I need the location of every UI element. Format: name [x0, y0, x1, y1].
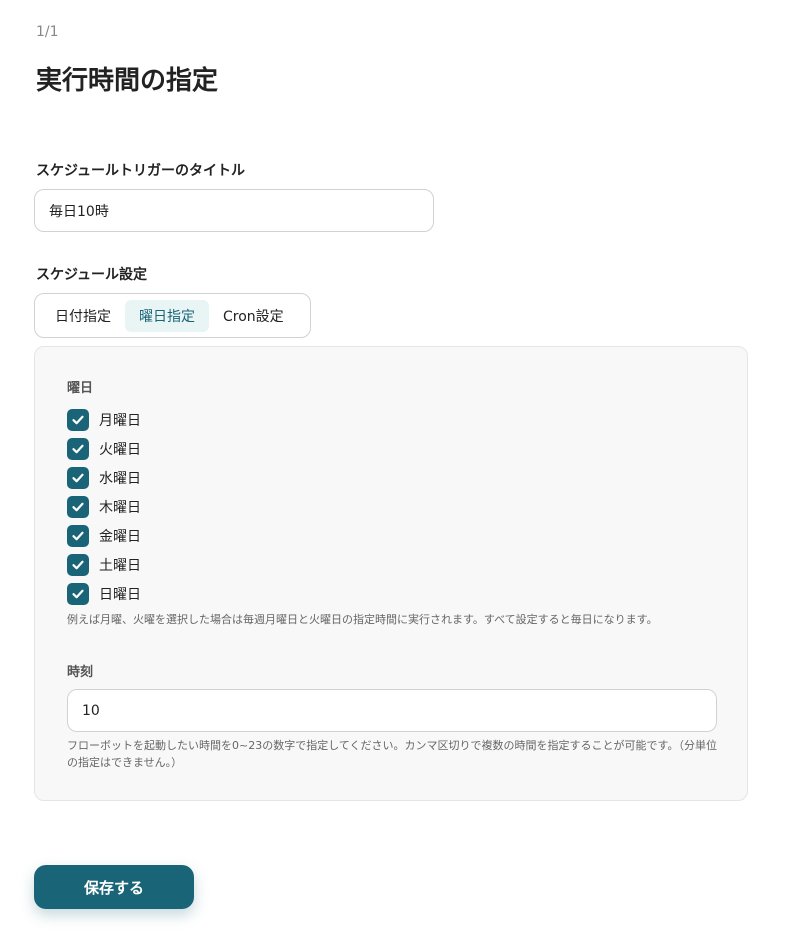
time-label: 時刻 — [67, 665, 94, 680]
save-button[interactable]: 保存する — [34, 865, 194, 909]
day-friday[interactable]: 金曜日 — [67, 521, 141, 550]
day-saturday[interactable]: 土曜日 — [67, 550, 141, 579]
day-tuesday[interactable]: 火曜日 — [67, 434, 141, 463]
day-label: 日曜日 — [99, 586, 141, 603]
day-label: 金曜日 — [99, 528, 141, 545]
checkbox-checked-icon[interactable] — [67, 553, 89, 576]
day-monday[interactable]: 月曜日 — [67, 405, 141, 434]
day-label: 土曜日 — [99, 557, 141, 574]
schedule-tabs: 日付指定 曜日指定 Cron設定 — [34, 293, 311, 338]
checkbox-checked-icon[interactable] — [67, 437, 89, 460]
day-thursday[interactable]: 木曜日 — [67, 492, 141, 521]
checkbox-checked-icon[interactable] — [67, 524, 89, 547]
checkbox-checked-icon[interactable] — [67, 495, 89, 518]
day-label: 火曜日 — [99, 441, 141, 458]
days-label: 曜日 — [67, 381, 94, 396]
tab-date[interactable]: 日付指定 — [41, 300, 125, 332]
page-title: 実行時間の指定 — [36, 66, 219, 96]
schedule-setting-label: スケジュール設定 — [36, 267, 148, 283]
checkbox-checked-icon[interactable] — [67, 582, 89, 605]
trigger-title-label: スケジュールトリガーのタイトル — [36, 163, 246, 179]
days-hint: 例えば月曜、火曜を選択した場合は毎週月曜日と火曜日の指定時間に実行されます。すべ… — [67, 613, 658, 626]
checkbox-checked-icon[interactable] — [67, 408, 89, 431]
step-indicator: 1/1 — [36, 24, 59, 40]
weekday-panel: 曜日 月曜日 火曜日 水曜日 木曜日 金曜日 土曜日 日曜日 例えば月曜、火曜を… — [34, 346, 748, 801]
checkbox-checked-icon[interactable] — [67, 466, 89, 489]
day-label: 水曜日 — [99, 470, 141, 487]
tab-cron[interactable]: Cron設定 — [209, 300, 298, 332]
day-list: 月曜日 火曜日 水曜日 木曜日 金曜日 土曜日 日曜日 — [67, 405, 141, 608]
day-wednesday[interactable]: 水曜日 — [67, 463, 141, 492]
time-hint: フローボットを起動したい時間を0~23の数字で指定してください。カンマ区切りで複… — [67, 739, 717, 769]
day-sunday[interactable]: 日曜日 — [67, 579, 141, 608]
hour-input[interactable] — [67, 689, 717, 732]
day-label: 木曜日 — [99, 499, 141, 516]
trigger-title-input[interactable] — [34, 189, 434, 232]
tab-weekday[interactable]: 曜日指定 — [125, 299, 209, 332]
day-label: 月曜日 — [99, 412, 141, 429]
